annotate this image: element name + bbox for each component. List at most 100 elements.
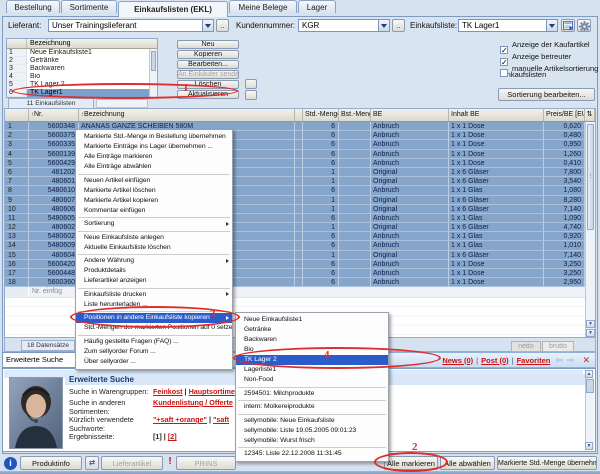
scroll-down-icon[interactable]: ▼	[586, 329, 595, 337]
list-item[interactable]: 4Bio	[7, 73, 157, 81]
context-menu-item[interactable]: Andere Währung	[76, 256, 232, 266]
brutto-toggle[interactable]: brutto	[542, 341, 574, 352]
header-nr[interactable]: ↑Nr.	[29, 109, 79, 121]
header-preis[interactable]: Preis/BE [EUR]	[544, 109, 585, 121]
annotation-ellipse-1	[12, 83, 238, 99]
tab-lager[interactable]: Lager	[298, 0, 336, 13]
header-inhalt-be[interactable]: Inhalt BE	[449, 109, 544, 121]
search-link[interactable]: Kundenlistung / Offerte	[153, 398, 233, 407]
option-row-3[interactable]: manuelle Artikelsortierung	[500, 64, 598, 82]
list-hscrollbar[interactable]	[96, 99, 148, 108]
context-menu-item[interactable]: Über sellyorder ...	[76, 357, 232, 367]
news-link[interactable]: Post (0)	[481, 356, 509, 365]
lieferant-more-button[interactable]: ..	[216, 19, 229, 32]
context-menu-item[interactable]: Non-Food	[236, 375, 388, 385]
move-up-button[interactable]	[245, 79, 257, 89]
list-button-bearbeiten-[interactable]: Bearbeiten...	[177, 60, 239, 69]
context-menu-item[interactable]: Alle Einträge markieren	[76, 152, 232, 162]
list-button-an-eink-ufer-senden-[interactable]: An Einkäufer senden...	[177, 70, 239, 79]
context-menu-item[interactable]: Einkaufsliste drucken	[76, 290, 232, 300]
kundennummer-more-button[interactable]: ..	[392, 19, 405, 32]
search-row-label: Suche in Warengruppen:	[69, 388, 153, 397]
checkbox-manuelle-sortierung[interactable]	[500, 69, 508, 77]
context-menu-item[interactable]: sellymobile: Wurst frisch	[236, 436, 388, 446]
list-button-neu[interactable]: Neu	[177, 40, 239, 49]
kundennummer-combo[interactable]: KGR	[298, 19, 390, 32]
einkaufsliste-combo[interactable]: TK Lager1	[458, 19, 558, 32]
context-menu-item[interactable]: Markierte Artikel kopieren	[76, 196, 232, 206]
table-scrollbar[interactable]: ▼ ▼	[585, 122, 595, 337]
chevron-down-icon[interactable]	[378, 20, 389, 31]
scroll-down-icon[interactable]: ▼	[586, 320, 595, 328]
list-button-kopieren[interactable]: Kopieren	[177, 50, 239, 59]
header-bezeichnung[interactable]: ↑Bezeichnung	[79, 109, 295, 121]
context-menu-item[interactable]: sellymobile: Neue Einkaufsliste	[236, 416, 388, 426]
gear-icon[interactable]	[577, 19, 591, 32]
list-item[interactable]: 2Getränke	[7, 57, 157, 65]
context-menu-item[interactable]: Produktdetails	[76, 266, 232, 276]
alle-abwaehlen-button[interactable]: Alle abwählen	[440, 456, 495, 470]
context-menu-item[interactable]: Kommentar einfügen	[76, 206, 232, 216]
context-menu-item[interactable]: Backwaren	[236, 335, 388, 345]
close-icon[interactable]: ✕	[582, 355, 590, 366]
scroll-down-icon[interactable]: ▼	[585, 442, 593, 450]
search-link[interactable]: Hauptsortime	[189, 387, 235, 396]
context-menu-item[interactable]: 12345: Liste 22.12.2008 11:31:45	[236, 449, 388, 459]
context-menu-item[interactable]: Neue Einkaufsliste anlegen	[76, 233, 232, 243]
back-icon[interactable]: ⇦	[555, 355, 563, 366]
move-down-button[interactable]	[245, 90, 257, 100]
context-menu-item[interactable]: Markierte Einträge ins Lager übernehmen …	[76, 142, 232, 152]
context-menu-item[interactable]: Neuen Artikel einfügen	[76, 176, 232, 186]
context-menu-item[interactable]: Aktuelle Einkaufsliste löschen	[76, 243, 232, 253]
news-link[interactable]: Favoriten	[517, 356, 551, 365]
search-link[interactable]: Feinkost	[153, 387, 183, 396]
scroll-up-icon[interactable]: ▲	[585, 370, 593, 378]
search-link[interactable]: [2]	[168, 432, 177, 441]
search-link[interactable]: "+saft +orange"	[153, 415, 207, 424]
list-item[interactable]: 1Neue Einkaufsliste1	[7, 49, 157, 57]
sync-icon[interactable]: ⇄	[85, 456, 99, 470]
chevron-down-icon[interactable]	[202, 20, 213, 31]
context-menu-item[interactable]: sellymobile: Liste 19.05.2005 09:01:23	[236, 426, 388, 436]
lieferartikel-button[interactable]: Lieferartikel	[101, 456, 163, 470]
header-bst-menge[interactable]: Bst.-Menge	[339, 109, 371, 121]
prins-button[interactable]: PRINS	[176, 456, 236, 470]
context-menu-item[interactable]: Häufig gestellte Fragen (FAQ) ...	[76, 337, 232, 347]
context-menu-item[interactable]: Markierte Artikel löschen	[76, 186, 232, 196]
panel-scrollbar[interactable]: ▲ ▼	[585, 370, 594, 450]
context-menu-item[interactable]: Sortierung	[76, 219, 232, 229]
list-item[interactable]: 3Backwaren	[7, 65, 157, 73]
context-menu-item[interactable]: Alle Einträge abwählen	[76, 162, 232, 172]
chevron-down-icon[interactable]	[546, 20, 557, 31]
context-menu-item[interactable]: 2594501: Milchprodukte	[236, 389, 388, 399]
context-menu-item[interactable]: Getränke	[236, 325, 388, 335]
context-menu-item[interactable]: Neue Einkaufsliste1	[236, 315, 388, 325]
column-chooser-icon[interactable]: ⇅	[585, 109, 595, 121]
header-be[interactable]: BE	[371, 109, 449, 121]
lieferant-combo[interactable]: Unser Trainingslieferant	[48, 19, 214, 32]
forward-icon[interactable]: ⇨	[567, 355, 575, 366]
header-gap	[295, 109, 303, 121]
tab-sortimente[interactable]: Sortimente	[61, 0, 117, 13]
std-menge-uebernehmen-button[interactable]: Markierte Std.-Menge übernehmen	[497, 456, 597, 470]
news-link[interactable]: News (0)	[442, 356, 473, 365]
search-link[interactable]: "saft	[213, 415, 229, 424]
new-list-icon[interactable]	[561, 19, 575, 32]
submenu-arrow-icon	[226, 222, 229, 226]
netto-toggle[interactable]: netto	[511, 341, 541, 352]
context-menu-item[interactable]: Lieferartikel anzeigen	[76, 276, 232, 286]
sortierung-bearbeiten-button[interactable]: Sortierung bearbeiten...	[498, 88, 595, 101]
produktinfo-button[interactable]: Produktinfo	[20, 456, 82, 470]
table-header-row[interactable]: ↑Nr. ↑Bezeichnung Std.-Menge Bst.-Menge …	[5, 109, 595, 122]
tab-bestellung[interactable]: Bestellung	[6, 0, 60, 13]
record-count-label: 18 Datensätze	[21, 340, 75, 351]
context-menu-item[interactable]: Markierte Std.-Menge in Bestellung übern…	[76, 132, 232, 142]
list-column-header[interactable]: Bezeichnung	[27, 39, 157, 48]
context-menu-item[interactable]: Zum sellyorder Forum ...	[76, 347, 232, 357]
menu-separator	[238, 414, 386, 415]
tab-meine-belege[interactable]: Meine Belege	[229, 0, 297, 13]
menu-separator	[78, 231, 230, 232]
context-menu-item[interactable]: intern: Molkereiprodukte	[236, 402, 388, 412]
tab-einkaufslisten[interactable]: Einkaufslisten (EKL)	[118, 1, 228, 17]
header-std-menge[interactable]: Std.-Menge	[303, 109, 339, 121]
